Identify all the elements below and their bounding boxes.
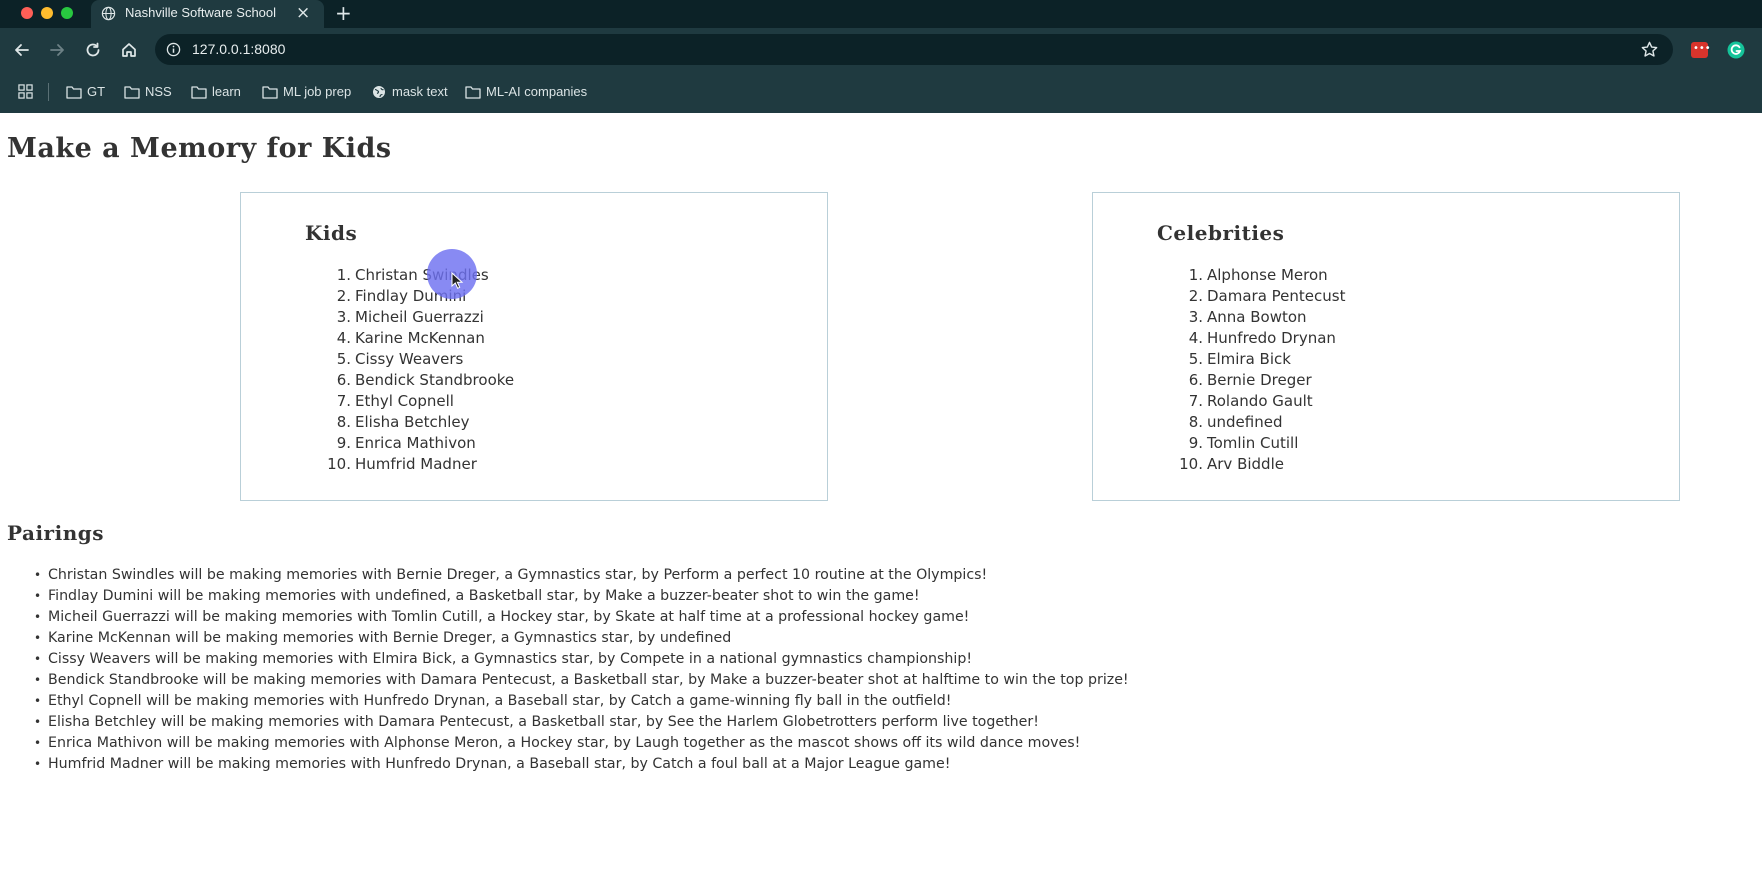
celebrity-name[interactable]: Hunfredo Drynan [1207, 328, 1336, 349]
celebrity-name[interactable]: Elmira Bick [1207, 349, 1291, 370]
kid-name[interactable]: Micheil Guerrazzi [355, 307, 484, 328]
minimize-window-button[interactable] [41, 7, 53, 19]
address-bar[interactable]: 127.0.0.1:8080 [155, 34, 1673, 65]
folder-icon [66, 86, 82, 99]
close-window-button[interactable] [21, 7, 33, 19]
celebrity-name[interactable]: Tomlin Cutill [1207, 433, 1298, 454]
celebrity-name[interactable]: Arv Biddle [1207, 454, 1284, 475]
tab-close-icon[interactable]: × [296, 3, 310, 23]
browser-tab-active[interactable]: Nashville Software School × [91, 0, 324, 28]
kids-card: Kids 1. Christan Swindles 2. Findlay Dumin… [240, 192, 828, 501]
kid-name[interactable]: Ethyl Copnell [355, 391, 454, 412]
kid-name[interactable]: Humfrid Madner [355, 454, 477, 475]
kid-name[interactable]: Karine McKennan [355, 328, 485, 349]
apps-grid-icon[interactable] [18, 84, 33, 99]
reload-icon[interactable] [82, 39, 104, 61]
celebrities-card: Celebrities 1. Alphonse Meron 2. Damara Pe… [1092, 192, 1680, 501]
bookmarks-separator [48, 83, 49, 101]
folder-icon [262, 86, 278, 99]
new-tab-button[interactable]: + [335, 2, 352, 24]
celebrity-name[interactable]: Bernie Dreger [1207, 370, 1312, 391]
kid-name[interactable]: Enrica Mathivon [355, 433, 476, 454]
pairings-heading: Pairings [7, 521, 104, 545]
info-icon[interactable] [166, 42, 181, 57]
maximize-window-button[interactable] [61, 7, 73, 19]
folder-icon [191, 86, 207, 99]
page-content: Make a Memory for Kids Kids 1. Christan S… [0, 113, 1762, 880]
page-title: Make a Memory for Kids [7, 133, 392, 164]
tab-title: Nashville Software School [125, 5, 277, 20]
folder-icon [465, 86, 481, 99]
bookmarks-bar: GT NSS learn ML job prep mask text ML-AI… [0, 72, 1762, 113]
celebrity-name[interactable]: Anna Bowton [1207, 307, 1307, 328]
celebrity-name[interactable]: Damara Pentecust [1207, 286, 1345, 307]
kids-heading: Kids [305, 221, 358, 245]
password-manager-extension-icon[interactable]: ••• [1691, 42, 1711, 58]
celebrities-heading: Celebrities [1157, 221, 1285, 245]
bookmark-star-icon[interactable] [1640, 40, 1659, 59]
mouse-pointer-icon [451, 272, 464, 289]
globe-icon [101, 6, 116, 21]
celebrity-name[interactable]: Rolando Gault [1207, 391, 1313, 412]
celebrity-name[interactable]: undefined [1207, 412, 1282, 433]
url-text[interactable]: 127.0.0.1:8080 [192, 41, 285, 57]
browser-toolbar: 127.0.0.1:8080 ••• [0, 28, 1762, 72]
globe-icon [373, 86, 385, 98]
kid-name[interactable]: Cissy Weavers [355, 349, 463, 370]
kid-name[interactable]: Elisha Betchley [355, 412, 470, 433]
grammarly-extension-icon[interactable] [1726, 40, 1746, 60]
back-arrow-icon[interactable] [11, 39, 33, 61]
celebrity-name[interactable]: Alphonse Meron [1207, 265, 1328, 286]
home-icon[interactable] [118, 39, 140, 61]
tab-strip: Nashville Software School × + [0, 0, 1762, 28]
kid-name[interactable]: Bendick Standbrooke [355, 370, 514, 391]
forward-arrow-icon[interactable] [46, 39, 68, 61]
folder-icon [124, 86, 140, 99]
